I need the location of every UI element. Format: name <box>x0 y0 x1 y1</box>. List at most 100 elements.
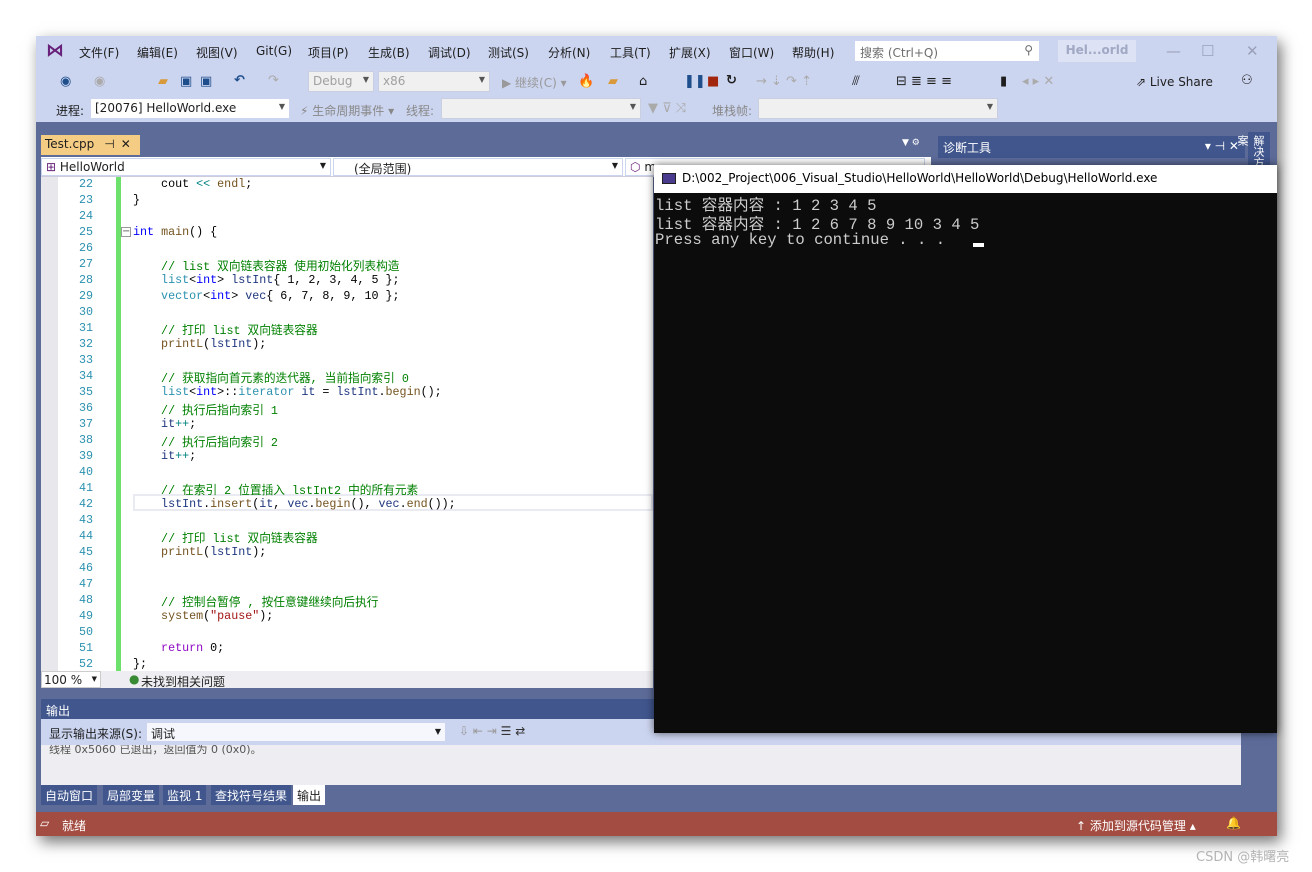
thread-dropdown[interactable]: ▼ <box>441 98 641 119</box>
menu-item[interactable]: Git(G) <box>256 44 292 58</box>
scope-dropdown[interactable]: (全局范围) ▼ <box>333 158 623 176</box>
live-share-button[interactable]: ⇗ Live Share <box>1136 75 1213 89</box>
stop-icon[interactable]: ■ <box>707 74 719 90</box>
code-line[interactable]: // 执行后指向索引 2 <box>133 433 278 450</box>
menu-item[interactable]: 生成(B) <box>368 44 410 61</box>
redo-icon[interactable]: ↷ <box>268 73 279 89</box>
forward-icon[interactable]: ◉ <box>94 74 105 90</box>
platform-dropdown[interactable]: x86 ▼ <box>378 71 490 92</box>
menu-item[interactable]: 项目(P) <box>308 44 349 61</box>
code-line[interactable]: // 控制台暂停 , 按任意键继续向后执行 <box>133 593 378 610</box>
bottom-tab[interactable]: 局部变量 <box>103 785 160 805</box>
code-token: ++ <box>175 417 190 431</box>
output-tool-icons[interactable]: ⇩ ⇤ ⇥ ☰ ⇄ <box>459 724 525 738</box>
pin-icon[interactable]: ⊣ <box>104 137 114 151</box>
code-line[interactable]: printL(lstInt); <box>133 337 266 351</box>
code-token: . <box>399 497 407 511</box>
tab-test-cpp[interactable]: Test.cpp ⊣ ✕ <box>41 135 140 155</box>
find-folder-icon[interactable]: ▰ <box>608 74 618 90</box>
undo-icon[interactable]: ↶ <box>234 73 245 89</box>
code-line[interactable]: list<int>::iterator it = lstInt.begin(); <box>133 385 442 399</box>
code-line[interactable]: printL(lstInt); <box>133 545 266 559</box>
bookmark-icon[interactable]: ▮ <box>1000 74 1007 90</box>
lifecycle-label: 生命周期事件 <box>312 104 385 118</box>
code-line[interactable]: int main() { <box>133 225 217 239</box>
menu-item[interactable]: 文件(F) <box>79 44 119 61</box>
menu-item[interactable]: 编辑(E) <box>137 44 178 61</box>
process-dropdown[interactable]: [20076] HelloWorld.exe ▼ <box>90 98 290 119</box>
menu-item[interactable]: 测试(S) <box>488 44 529 61</box>
pause-icon[interactable]: ❚❚ <box>684 74 706 90</box>
code-line[interactable]: // list 双向链表容器 使用初始化列表构造 <box>133 257 399 274</box>
bottom-tab[interactable]: 自动窗口 <box>41 785 98 805</box>
code-line[interactable]: return 0; <box>133 641 224 655</box>
code-line[interactable]: system("pause"); <box>133 609 273 623</box>
menu-item[interactable]: 帮助(H) <box>792 44 834 61</box>
issues-status[interactable]: 未找到相关问题 <box>141 673 225 690</box>
code-line[interactable]: // 在索引 2 位置插入 lstInt2 中的所有元素 <box>133 481 418 498</box>
code-line[interactable]: it++; <box>133 417 196 431</box>
project-dropdown[interactable]: ⊞ HelloWorld ▼ <box>41 158 331 176</box>
code-token: ; <box>245 177 253 191</box>
bottom-tab[interactable]: 输出 <box>293 785 326 805</box>
code-line[interactable]: // 获取指向首元素的迭代器, 当前指向索引 0 <box>133 369 409 386</box>
config-dropdown[interactable]: Debug ▼ <box>308 71 374 92</box>
menu-item[interactable]: 工具(T) <box>610 44 651 61</box>
menu-item[interactable]: 扩展(X) <box>669 44 711 61</box>
code-line[interactable]: // 打印 list 双向链表容器 <box>133 529 318 546</box>
tab-list-icon[interactable]: ▼ ⚙ <box>902 138 920 148</box>
source-control-button[interactable]: ↑ 添加到源代码管理 ▴ <box>1076 817 1196 834</box>
code-line[interactable]: cout << endl; <box>133 177 252 191</box>
save-all-icon[interactable]: ▣ <box>200 74 212 90</box>
line-number: 30 <box>78 305 93 319</box>
restart-icon[interactable]: ↻ <box>726 73 737 89</box>
menu-item[interactable]: 视图(V) <box>196 44 238 61</box>
thread-label: 线程: <box>406 104 435 118</box>
maximize-button[interactable]: ☐ <box>1201 42 1214 60</box>
code-token: printL <box>133 337 204 351</box>
bookmark-nav-icons[interactable]: ◂ ▸ ✕ <box>1022 74 1054 90</box>
notification-bell-icon[interactable]: 🔔 <box>1226 816 1241 830</box>
code-line[interactable]: } <box>133 193 140 207</box>
filter-icon[interactable]: ▼ ⊽ ⤨ <box>648 101 686 117</box>
code-line[interactable]: it++; <box>133 449 196 463</box>
menu-item[interactable]: 窗口(W) <box>729 44 774 61</box>
code-line[interactable]: vector<int> vec{ 6, 7, 8, 9, 10 }; <box>133 289 400 303</box>
collapse-icon[interactable]: − <box>121 227 131 237</box>
code-line[interactable]: list<int> lstInt{ 1, 2, 3, 4, 5 }; <box>133 273 400 287</box>
output-line: 线程 0x5060 已退出，返回值为 0 (0x0)。 <box>49 745 262 756</box>
code-editor[interactable]: 22 cout << endl; 23} 24 25 int main() {26 27 … <box>41 177 653 671</box>
save-icon[interactable]: ▣ <box>180 74 192 90</box>
feedback-icon[interactable]: ⚇ <box>1241 73 1253 89</box>
bottom-tab[interactable]: 监视 1 <box>163 785 207 805</box>
output-text[interactable]: 线程 0x5060 已退出，返回值为 0 (0x0)。 <box>41 745 1241 785</box>
lifecycle-events-button[interactable]: ⚡ 生命周期事件 ▾ <box>300 102 394 119</box>
back-icon[interactable]: ◉ <box>60 74 71 90</box>
hot-reload-icon[interactable]: 🔥 <box>578 74 594 90</box>
code-line[interactable]: // 执行后指向索引 1 <box>133 401 278 418</box>
minimize-button[interactable]: — <box>1166 42 1181 60</box>
line-number: 31 <box>78 321 93 335</box>
code-line[interactable]: lstInt.insert(it, vec.begin(), vec.end()… <box>133 497 456 511</box>
open-file-icon[interactable]: ▰ <box>158 74 168 90</box>
console-window[interactable]: D:\002_Project\006_Visual_Studio\HelloWo… <box>654 165 1277 733</box>
step-icons[interactable]: → ⇣ ↷ ⇡ <box>756 74 812 90</box>
ready-icon: ▱ <box>40 816 50 830</box>
code-line[interactable]: }; <box>133 657 147 671</box>
line-number: 48 <box>78 593 93 607</box>
home-icon[interactable]: ⌂ <box>639 74 647 90</box>
close-button[interactable]: ✕ <box>1246 42 1259 60</box>
menu-bar: ⋈ 文件(F) 编辑(E) 视图(V) Git(G) 项目(P) 生成(B) 调试(D) 测试… <box>36 36 1277 66</box>
output-source-dropdown[interactable]: 调试 ▼ <box>146 722 446 742</box>
menu-item[interactable]: 分析(N) <box>548 44 590 61</box>
continue-button[interactable]: ▶ 继续(C) ▾ <box>502 74 567 91</box>
menu-item[interactable]: 调试(D) <box>428 44 471 61</box>
tab-close-icon[interactable]: ✕ <box>121 137 131 151</box>
zoom-dropdown[interactable]: 100 % ▼ <box>41 671 101 688</box>
code-line[interactable]: // 打印 list 双向链表容器 <box>133 321 318 338</box>
thread-icon[interactable]: ⫻ <box>852 74 860 90</box>
search-input[interactable]: 搜索 (Ctrl+Q) ⚲ <box>854 40 1040 62</box>
format-icons[interactable]: ⊟ ≣ ≡ ≡ <box>896 74 952 90</box>
stack-frame-dropdown[interactable]: ▼ <box>758 98 998 119</box>
bottom-tab[interactable]: 查找符号结果 <box>211 785 292 805</box>
